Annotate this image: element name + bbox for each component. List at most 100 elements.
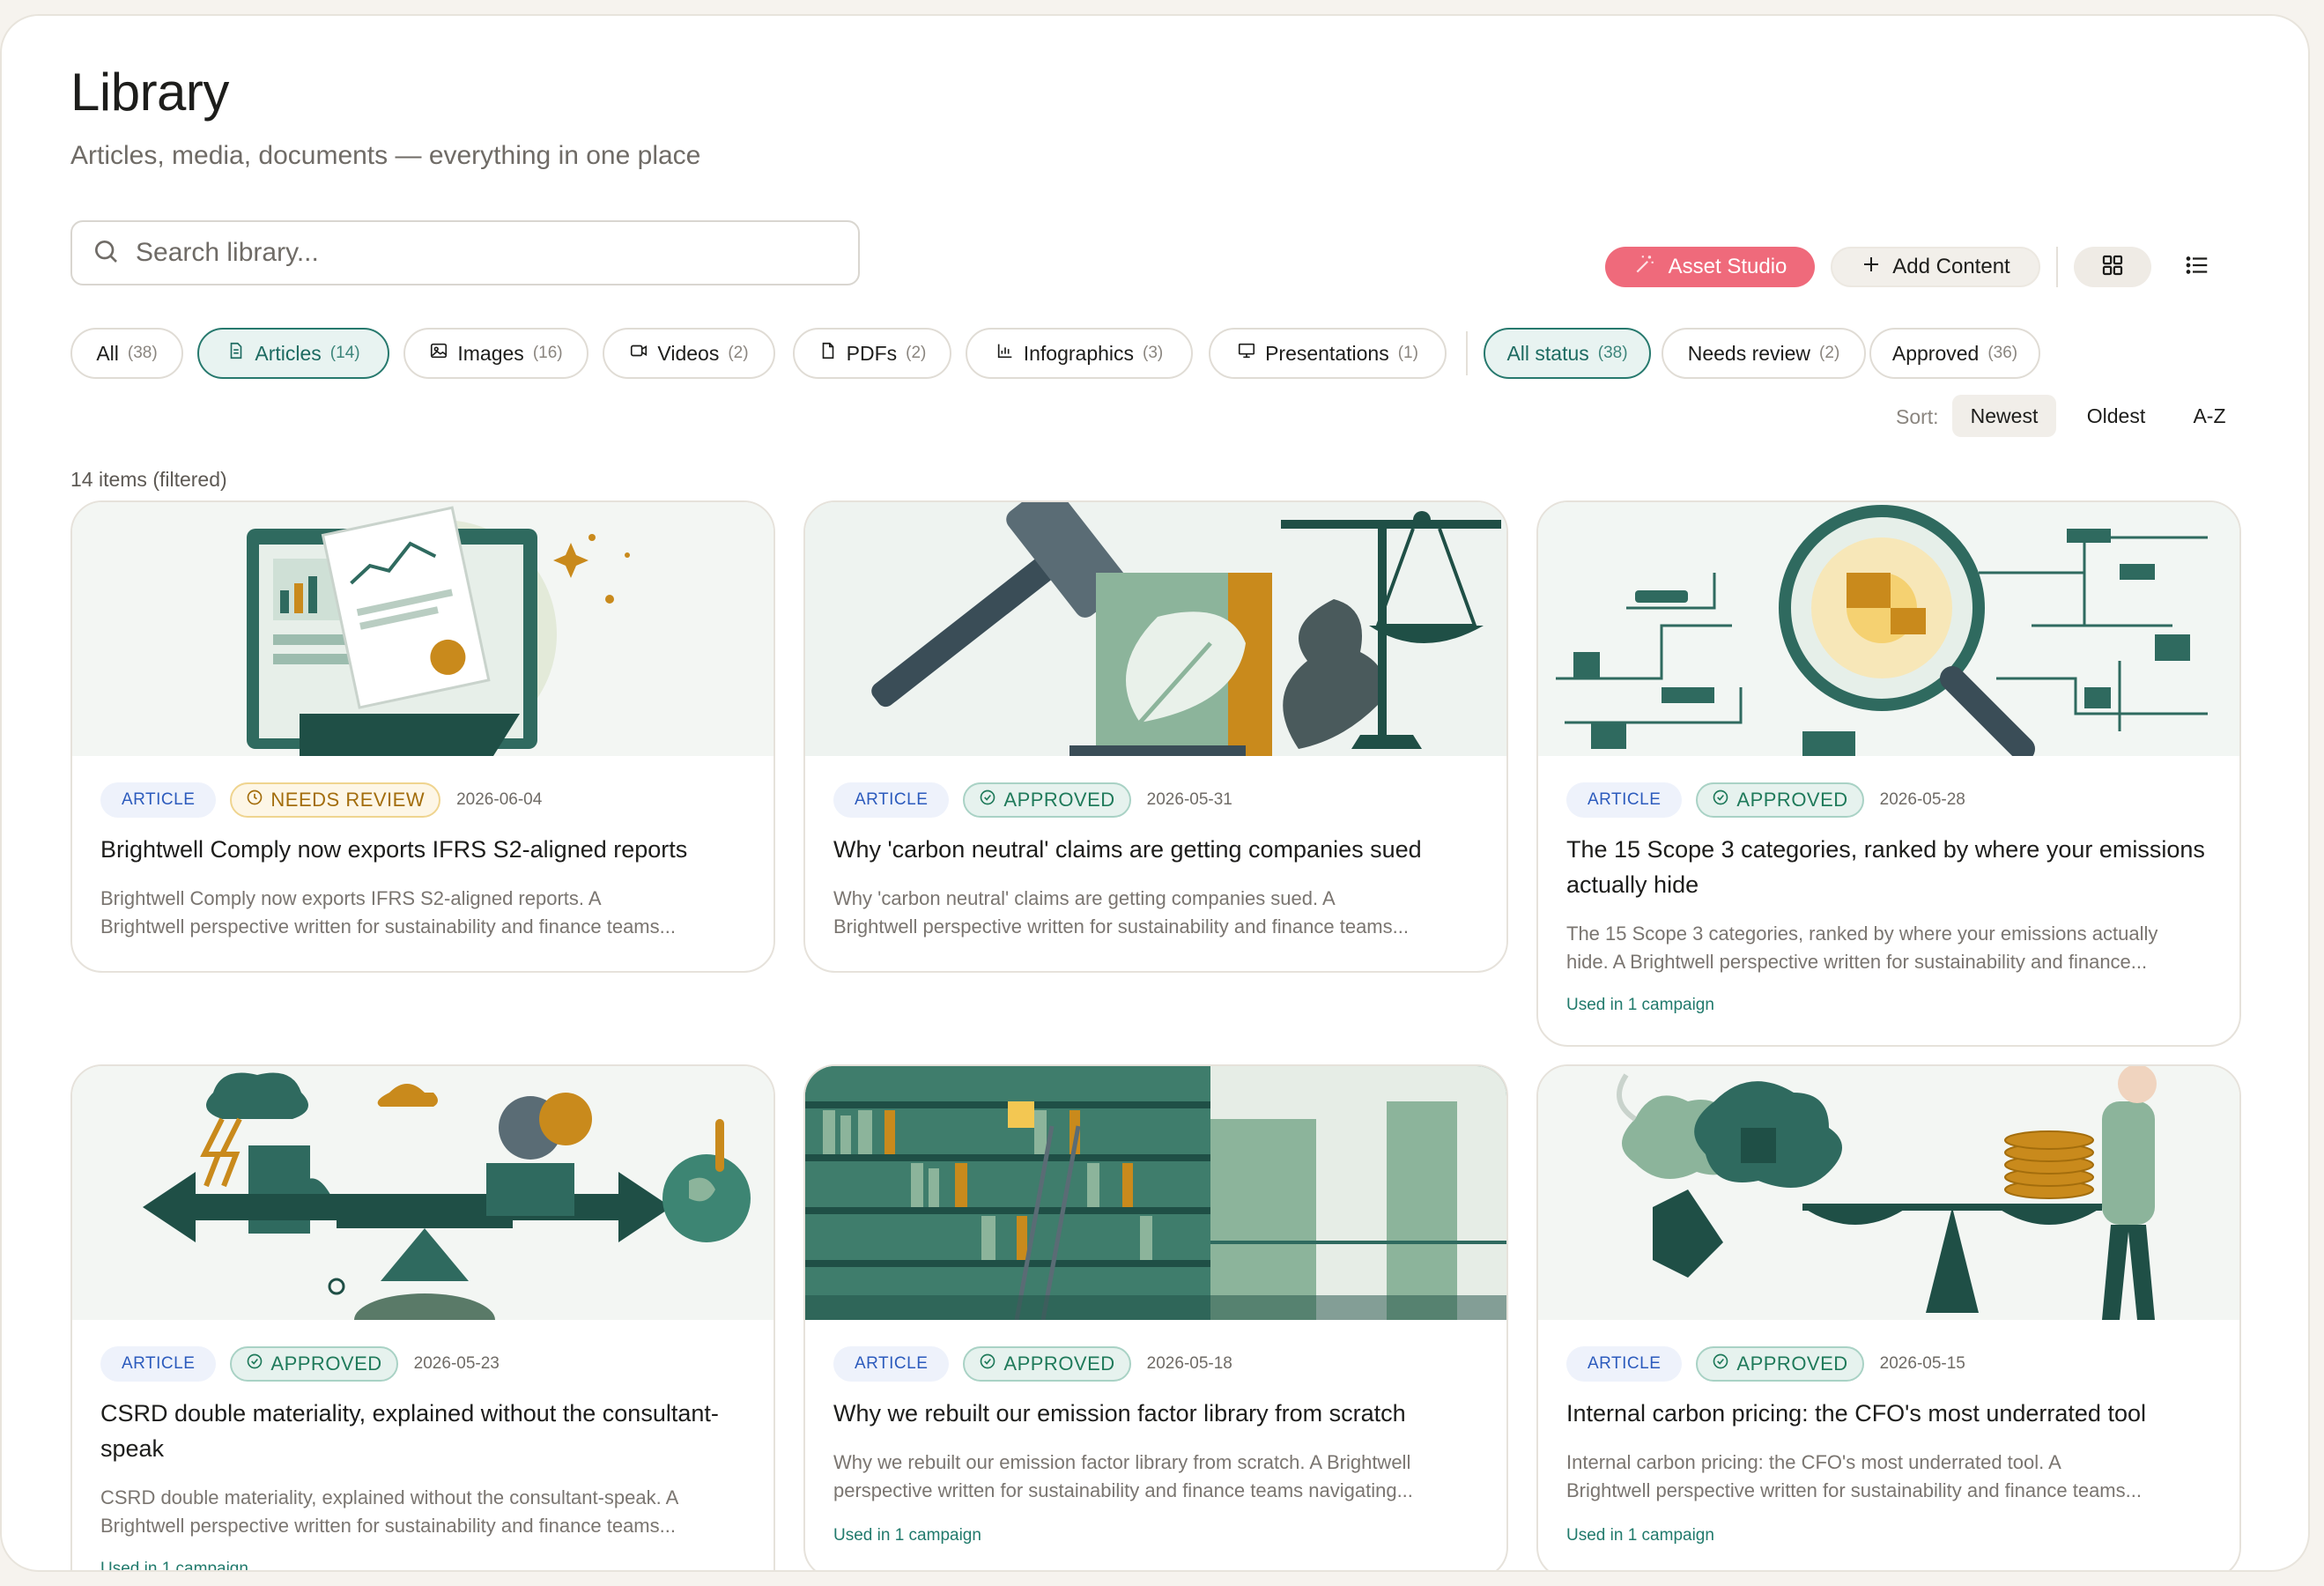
filter-label: Presentations xyxy=(1265,341,1389,365)
document-report-illustration xyxy=(72,502,773,756)
filter-label: PDFs xyxy=(846,341,898,365)
search-input[interactable] xyxy=(136,238,823,268)
toolbar-divider xyxy=(2056,247,2058,287)
card-title[interactable]: Brightwell Comply now exports IFRS S2-al… xyxy=(100,832,752,867)
filter-articles[interactable]: Articles (14) xyxy=(197,328,389,379)
filter-count: (36) xyxy=(1987,344,2018,362)
desc-line: Brightwell perspective written for susta… xyxy=(1566,1479,2142,1501)
card-date: 2026-05-31 xyxy=(1146,790,1232,809)
filter-pdfs[interactable]: PDFs (2) xyxy=(793,328,951,379)
bar-chart-icon xyxy=(995,341,1015,366)
grid-view-toggle[interactable] xyxy=(2074,247,2151,287)
filter-presentations[interactable]: Presentations (1) xyxy=(1209,328,1447,379)
filter-infographics[interactable]: Infographics (3) xyxy=(966,328,1193,379)
magnifier-supply-chain-illustration xyxy=(1538,502,2239,756)
card-title[interactable]: Internal carbon pricing: the CFO's most … xyxy=(1566,1396,2218,1431)
add-content-label: Add Content xyxy=(1892,255,2010,278)
filter-count: (3) xyxy=(1143,344,1164,362)
list-view-toggle[interactable] xyxy=(2162,247,2232,287)
card-title[interactable]: CSRD double materiality, explained witho… xyxy=(100,1396,752,1466)
card-title[interactable]: Why 'carbon neutral' claims are getting … xyxy=(833,832,1485,867)
content-card[interactable]: ARTICLE APPROVED 2026-05-31 Why 'carbon … xyxy=(803,500,1508,973)
filter-needs-review[interactable]: Needs review (2) xyxy=(1662,328,1866,379)
card-description: Brightwell Comply now exports IFRS S2-al… xyxy=(100,885,752,941)
type-badge: ARTICLE xyxy=(1566,782,1683,818)
sort-a-z[interactable]: A-Z xyxy=(2172,395,2246,437)
card-title[interactable]: The 15 Scope 3 categories, ranked by whe… xyxy=(1566,832,2218,902)
check-circle-icon xyxy=(979,1353,996,1375)
plus-icon xyxy=(1861,254,1882,281)
gavel-scales-illustration xyxy=(805,502,1506,756)
campaign-usage[interactable]: Used in 1 campaign xyxy=(1566,996,1714,1015)
card-description: Why we rebuilt our emission factor libra… xyxy=(833,1449,1485,1505)
status-label: APPROVED xyxy=(1736,1353,1848,1375)
filter-count: (2) xyxy=(1819,344,1840,362)
check-circle-icon xyxy=(246,1353,263,1375)
card-meta: ARTICLE NEEDS REVIEW 2026-06-04 xyxy=(100,782,542,818)
card-date: 2026-05-23 xyxy=(413,1354,500,1373)
card-description: Internal carbon pricing: the CFO's most … xyxy=(1566,1449,2218,1505)
campaign-usage[interactable]: Used in 1 campaign xyxy=(100,1560,248,1570)
status-badge: APPROVED xyxy=(230,1346,398,1382)
carbon-pricing-scale-illustration xyxy=(1538,1066,2239,1320)
check-circle-icon xyxy=(1712,789,1729,812)
asset-studio-label: Asset Studio xyxy=(1668,255,1787,278)
results-count: 14 items (filtered) xyxy=(70,468,227,491)
desc-line: Why 'carbon neutral' claims are getting … xyxy=(833,887,1336,909)
desc-line: Brightwell perspective written for susta… xyxy=(833,915,1409,938)
card-description: Why 'carbon neutral' claims are getting … xyxy=(833,885,1485,941)
filter-count: (1) xyxy=(1397,344,1418,362)
presentation-icon xyxy=(1237,341,1256,366)
check-circle-icon xyxy=(1712,1353,1729,1375)
filter-label: Videos xyxy=(657,341,720,365)
filter-images[interactable]: Images (16) xyxy=(403,328,588,379)
sort-newest[interactable]: Newest xyxy=(1952,395,2056,437)
content-card[interactable]: ARTICLE APPROVED 2026-05-18 Why we rebui… xyxy=(803,1064,1508,1570)
status-label: APPROVED xyxy=(1736,789,1848,811)
asset-studio-button[interactable]: Asset Studio xyxy=(1605,247,1815,287)
card-meta: ARTICLE APPROVED 2026-05-28 xyxy=(1566,782,1965,818)
status-badge: APPROVED xyxy=(963,1346,1131,1382)
filter-label: Approved xyxy=(1891,341,1980,365)
desc-line: Brightwell perspective written for susta… xyxy=(100,1515,676,1537)
search-icon xyxy=(92,237,120,270)
filter-approved[interactable]: Approved (36) xyxy=(1869,328,2040,379)
filter-count: (38) xyxy=(1597,344,1628,362)
campaign-usage[interactable]: Used in 1 campaign xyxy=(1566,1526,1714,1545)
filter-all-status[interactable]: All status (38) xyxy=(1484,328,1651,379)
library-shelves-illustration xyxy=(805,1066,1506,1320)
page-subtitle: Articles, media, documents — everything … xyxy=(70,141,701,170)
card-description: The 15 Scope 3 categories, ranked by whe… xyxy=(1566,920,2218,976)
status-label: APPROVED xyxy=(1003,789,1115,811)
filter-count: (2) xyxy=(906,344,927,362)
content-card[interactable]: ARTICLE APPROVED 2026-05-23 CSRD double … xyxy=(70,1064,775,1570)
type-badge: ARTICLE xyxy=(833,1346,950,1382)
check-circle-icon xyxy=(979,789,996,812)
status-badge: APPROVED xyxy=(1696,1346,1864,1382)
page-title: Library xyxy=(70,63,229,122)
filter-label: Needs review xyxy=(1687,341,1811,365)
campaign-usage[interactable]: Used in 1 campaign xyxy=(833,1526,981,1545)
filter-label: Articles xyxy=(255,341,322,365)
card-meta: ARTICLE APPROVED 2026-05-23 xyxy=(100,1346,500,1382)
sort-oldest[interactable]: Oldest xyxy=(2065,395,2167,437)
status-label: APPROVED xyxy=(270,1353,382,1375)
filter-label: All xyxy=(96,341,119,365)
content-card[interactable]: ARTICLE NEEDS REVIEW 2026-06-04 Brightwe… xyxy=(70,500,775,973)
double-materiality-illustration xyxy=(72,1066,773,1320)
search-box[interactable] xyxy=(70,220,860,285)
status-badge: NEEDS REVIEW xyxy=(230,782,441,818)
filter-label: Images xyxy=(457,341,524,365)
add-content-button[interactable]: Add Content xyxy=(1831,247,2040,287)
file-icon xyxy=(818,341,838,366)
desc-line: Brightwell perspective written for susta… xyxy=(100,915,676,938)
status-badge: APPROVED xyxy=(1696,782,1864,818)
document-icon xyxy=(226,341,246,366)
card-title[interactable]: Why we rebuilt our emission factor libra… xyxy=(833,1396,1485,1431)
filter-videos[interactable]: Videos (2) xyxy=(603,328,775,379)
content-card[interactable]: ARTICLE APPROVED 2026-05-15 Internal car… xyxy=(1536,1064,2241,1570)
filter-all[interactable]: All (38) xyxy=(70,328,183,379)
desc-line: Internal carbon pricing: the CFO's most … xyxy=(1566,1451,2061,1473)
content-card[interactable]: ARTICLE APPROVED 2026-05-28 The 15 Scope… xyxy=(1536,500,2241,1047)
type-badge: ARTICLE xyxy=(1566,1346,1683,1382)
